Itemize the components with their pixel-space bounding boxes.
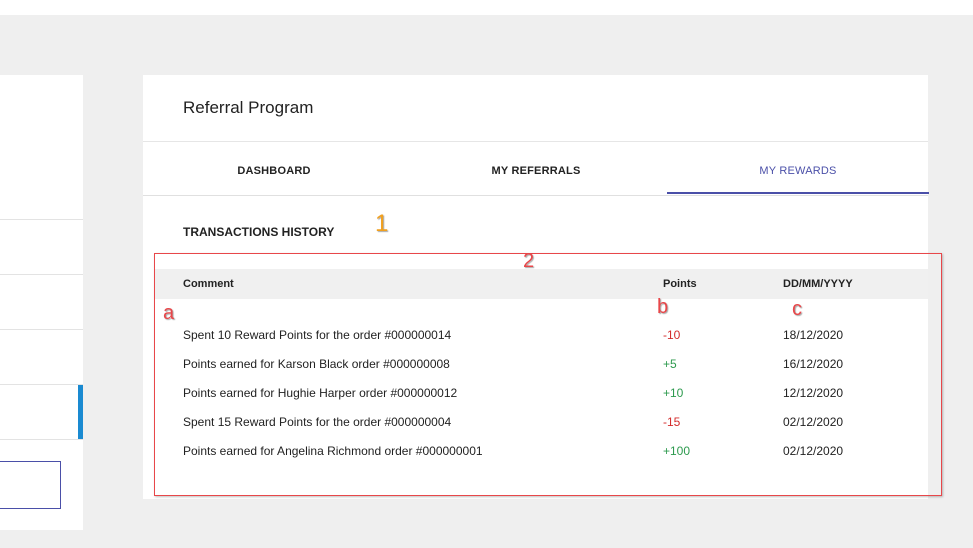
tab-my-rewards[interactable]: MY REWARDS (667, 142, 929, 195)
page-title: Referral Program (183, 98, 314, 117)
active-tab-underline (667, 192, 929, 194)
sidebar-input-box[interactable] (0, 461, 61, 509)
tab-my-referrals[interactable]: MY REFERRALS (405, 142, 667, 195)
annotation-label-a: a (163, 302, 175, 324)
annotation-box (154, 253, 942, 496)
tab-bar: DASHBOARD MY REFERRALS MY REWARDS (143, 141, 929, 196)
annotation-label-1: 1 (375, 210, 389, 237)
sidebar-divider (0, 329, 83, 330)
annotation-label-2: 2 (523, 250, 535, 272)
sidebar-divider (0, 274, 83, 275)
sidebar-divider (0, 219, 83, 220)
transactions-history-title: TRANSACTIONS HISTORY (183, 225, 335, 239)
sidebar-active-indicator (78, 385, 83, 439)
annotation-label-b: b (657, 296, 669, 318)
sidebar-divider (0, 439, 83, 440)
sidebar-divider (0, 384, 83, 385)
annotation-label-c: c (792, 298, 802, 320)
tab-dashboard[interactable]: DASHBOARD (143, 142, 405, 195)
